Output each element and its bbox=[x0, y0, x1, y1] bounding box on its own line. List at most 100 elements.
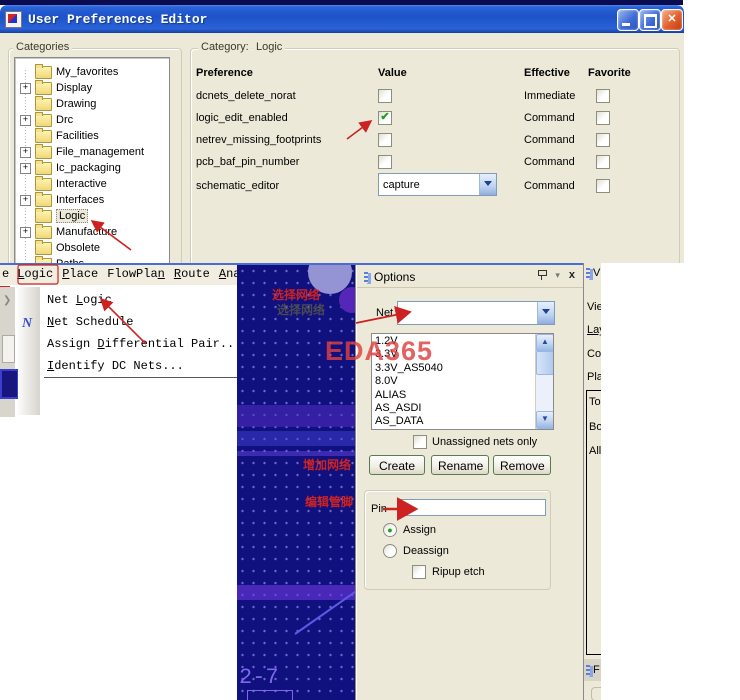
deassign-radio[interactable] bbox=[383, 544, 397, 558]
tree-item-label[interactable]: Display bbox=[56, 82, 92, 94]
net-list-item[interactable]: 8.0V bbox=[375, 375, 535, 388]
tree-item-file-management[interactable]: + File_management bbox=[15, 144, 169, 160]
tree-item-label[interactable]: Drc bbox=[56, 114, 73, 126]
tree-item-obsolete[interactable]: Obsolete bbox=[15, 240, 169, 256]
find-panel-header[interactable]: F bbox=[584, 659, 601, 681]
categories-tree[interactable]: My_favorites + Display Drawing + Drc Facil… bbox=[14, 57, 170, 263]
favorite-checkbox[interactable] bbox=[596, 179, 610, 193]
tree-item-label[interactable]: Drawing bbox=[56, 98, 96, 110]
expand-icon[interactable]: + bbox=[20, 227, 31, 238]
tree-item-label[interactable]: Obsolete bbox=[56, 242, 100, 254]
menu-route[interactable]: Route bbox=[174, 267, 210, 281]
scrollbar[interactable]: ▲ ▼ bbox=[535, 334, 553, 429]
scrollbar-thumb[interactable] bbox=[536, 351, 554, 375]
value-checkbox[interactable] bbox=[378, 155, 392, 169]
tree-item-logic[interactable]: Logic bbox=[15, 208, 169, 224]
visibility-row-layer[interactable]: Lay bbox=[587, 324, 601, 336]
tree-item-interfaces[interactable]: + Interfaces bbox=[15, 192, 169, 208]
close-button[interactable]: ✕ bbox=[661, 9, 683, 31]
tree-item-interactive[interactable]: Interactive bbox=[15, 176, 169, 192]
tree-item-label-selected[interactable]: Logic bbox=[56, 209, 88, 223]
unassigned-nets-row[interactable]: Unassigned nets only bbox=[413, 435, 537, 449]
menu-separator bbox=[44, 377, 237, 378]
net-list-item[interactable]: AS_DATA bbox=[375, 415, 535, 428]
net-list-item[interactable]: AS_ASDI bbox=[375, 402, 535, 415]
favorite-checkbox[interactable] bbox=[596, 89, 610, 103]
chevron-down-icon[interactable] bbox=[537, 302, 554, 324]
net-combobox[interactable] bbox=[397, 301, 555, 325]
value-checkbox[interactable] bbox=[378, 89, 392, 103]
visibility-row-top: To bbox=[589, 396, 601, 408]
tree-item-label[interactable]: Interfaces bbox=[56, 194, 104, 206]
deassign-radio-row[interactable]: Deassign bbox=[383, 544, 449, 558]
pcb-stripe bbox=[237, 585, 355, 600]
schematic-editor-combobox[interactable]: capture bbox=[378, 173, 497, 196]
menu-flowplan[interactable]: FlowPlan bbox=[107, 267, 165, 281]
close-panel-icon[interactable]: x bbox=[569, 269, 575, 281]
chevron-down-icon[interactable] bbox=[479, 174, 496, 195]
pcb-canvas[interactable]: 选择网络 选择网络 增加网络 编辑管脚 2-7 bbox=[237, 265, 355, 700]
pin-input[interactable] bbox=[398, 499, 546, 516]
net-list-item[interactable]: ALIAS bbox=[375, 389, 535, 402]
value-checkbox-checked[interactable]: ✔ bbox=[378, 111, 392, 125]
close-icon: ✕ bbox=[667, 13, 676, 25]
tree-item-facilities[interactable]: Facilities bbox=[15, 128, 169, 144]
assign-radio-row[interactable]: ● Assign bbox=[383, 523, 436, 537]
tree-item-drc[interactable]: + Drc bbox=[15, 112, 169, 128]
watermark-text: EDA365 bbox=[325, 336, 433, 367]
pref-name: dcnets_delete_norat bbox=[196, 90, 296, 102]
net-label: Net bbox=[376, 307, 393, 319]
visibility-panel-header[interactable]: V bbox=[584, 267, 600, 279]
pref-name: logic_edit_enabled bbox=[196, 112, 288, 124]
expand-icon[interactable]: + bbox=[20, 115, 31, 126]
favorite-checkbox[interactable] bbox=[596, 111, 610, 125]
scroll-down-icon[interactable]: ▼ bbox=[536, 411, 554, 429]
category-value: Logic bbox=[253, 41, 285, 53]
effective-value: Immediate bbox=[524, 90, 575, 102]
value-checkbox[interactable] bbox=[378, 133, 392, 147]
create-button[interactable]: Create bbox=[369, 455, 425, 475]
tree-item-label[interactable]: Interactive bbox=[56, 178, 107, 190]
menu-place[interactable]: Place bbox=[62, 267, 98, 281]
tree-item-display[interactable]: + Display bbox=[15, 80, 169, 96]
tree-item-label[interactable]: My_favorites bbox=[56, 66, 118, 78]
scroll-up-icon[interactable]: ▲ bbox=[536, 334, 554, 352]
expand-icon[interactable]: + bbox=[20, 83, 31, 94]
deassign-label: Deassign bbox=[403, 545, 449, 557]
menu-item-net-schedule[interactable]: Net Schedule bbox=[18, 311, 237, 333]
rename-button[interactable]: Rename bbox=[431, 455, 489, 475]
tree-item-label[interactable]: Facilities bbox=[56, 130, 99, 142]
unassigned-checkbox[interactable] bbox=[413, 435, 427, 449]
tree-item-label[interactable]: Ic_packaging bbox=[56, 162, 121, 174]
tree-item-ic-packaging[interactable]: + Ic_packaging bbox=[15, 160, 169, 176]
tree-item-label[interactable]: File_management bbox=[56, 146, 144, 158]
menu-logic[interactable]: Logic bbox=[17, 267, 53, 281]
pin-dock-icon[interactable] bbox=[537, 269, 546, 281]
favorite-checkbox[interactable] bbox=[596, 133, 610, 147]
expand-icon[interactable]: + bbox=[20, 163, 31, 174]
menu-analyze[interactable]: Analy bbox=[219, 267, 237, 281]
maximize-button[interactable] bbox=[639, 9, 661, 31]
menu-item-identify-dc-nets[interactable]: Identify DC Nets... bbox=[18, 355, 237, 377]
menu-item-assign-differential-pair[interactable]: Assign Differential Pair... bbox=[18, 333, 237, 355]
ripup-etch-checkbox[interactable] bbox=[412, 565, 426, 579]
grip-icon bbox=[586, 665, 590, 676]
tree-item-paths[interactable]: Paths bbox=[15, 256, 169, 263]
titlebar[interactable]: User Preferences Editor bbox=[0, 5, 684, 33]
assign-radio[interactable]: ● bbox=[383, 523, 397, 537]
expand-icon[interactable]: + bbox=[20, 195, 31, 206]
tree-item-manufacture[interactable]: + Manufacture bbox=[15, 224, 169, 240]
via-circle bbox=[339, 287, 355, 313]
menu-item-net-logic[interactable]: Net Logic bbox=[18, 289, 237, 311]
chevron-down-icon[interactable]: ▾ bbox=[555, 270, 560, 281]
expand-icon[interactable]: + bbox=[20, 147, 31, 158]
tree-item-my-favorites[interactable]: My_favorites bbox=[15, 64, 169, 80]
folder-icon bbox=[35, 82, 52, 95]
tree-item-label[interactable]: Manufacture bbox=[56, 226, 117, 238]
tree-item-drawing[interactable]: Drawing bbox=[15, 96, 169, 112]
minimize-button[interactable] bbox=[617, 9, 639, 31]
options-panel-header[interactable]: Options ▾ x bbox=[357, 267, 583, 288]
ripup-etch-row[interactable]: Ripup etch bbox=[412, 565, 485, 579]
favorite-checkbox[interactable] bbox=[596, 155, 610, 169]
remove-button[interactable]: Remove bbox=[493, 455, 551, 475]
